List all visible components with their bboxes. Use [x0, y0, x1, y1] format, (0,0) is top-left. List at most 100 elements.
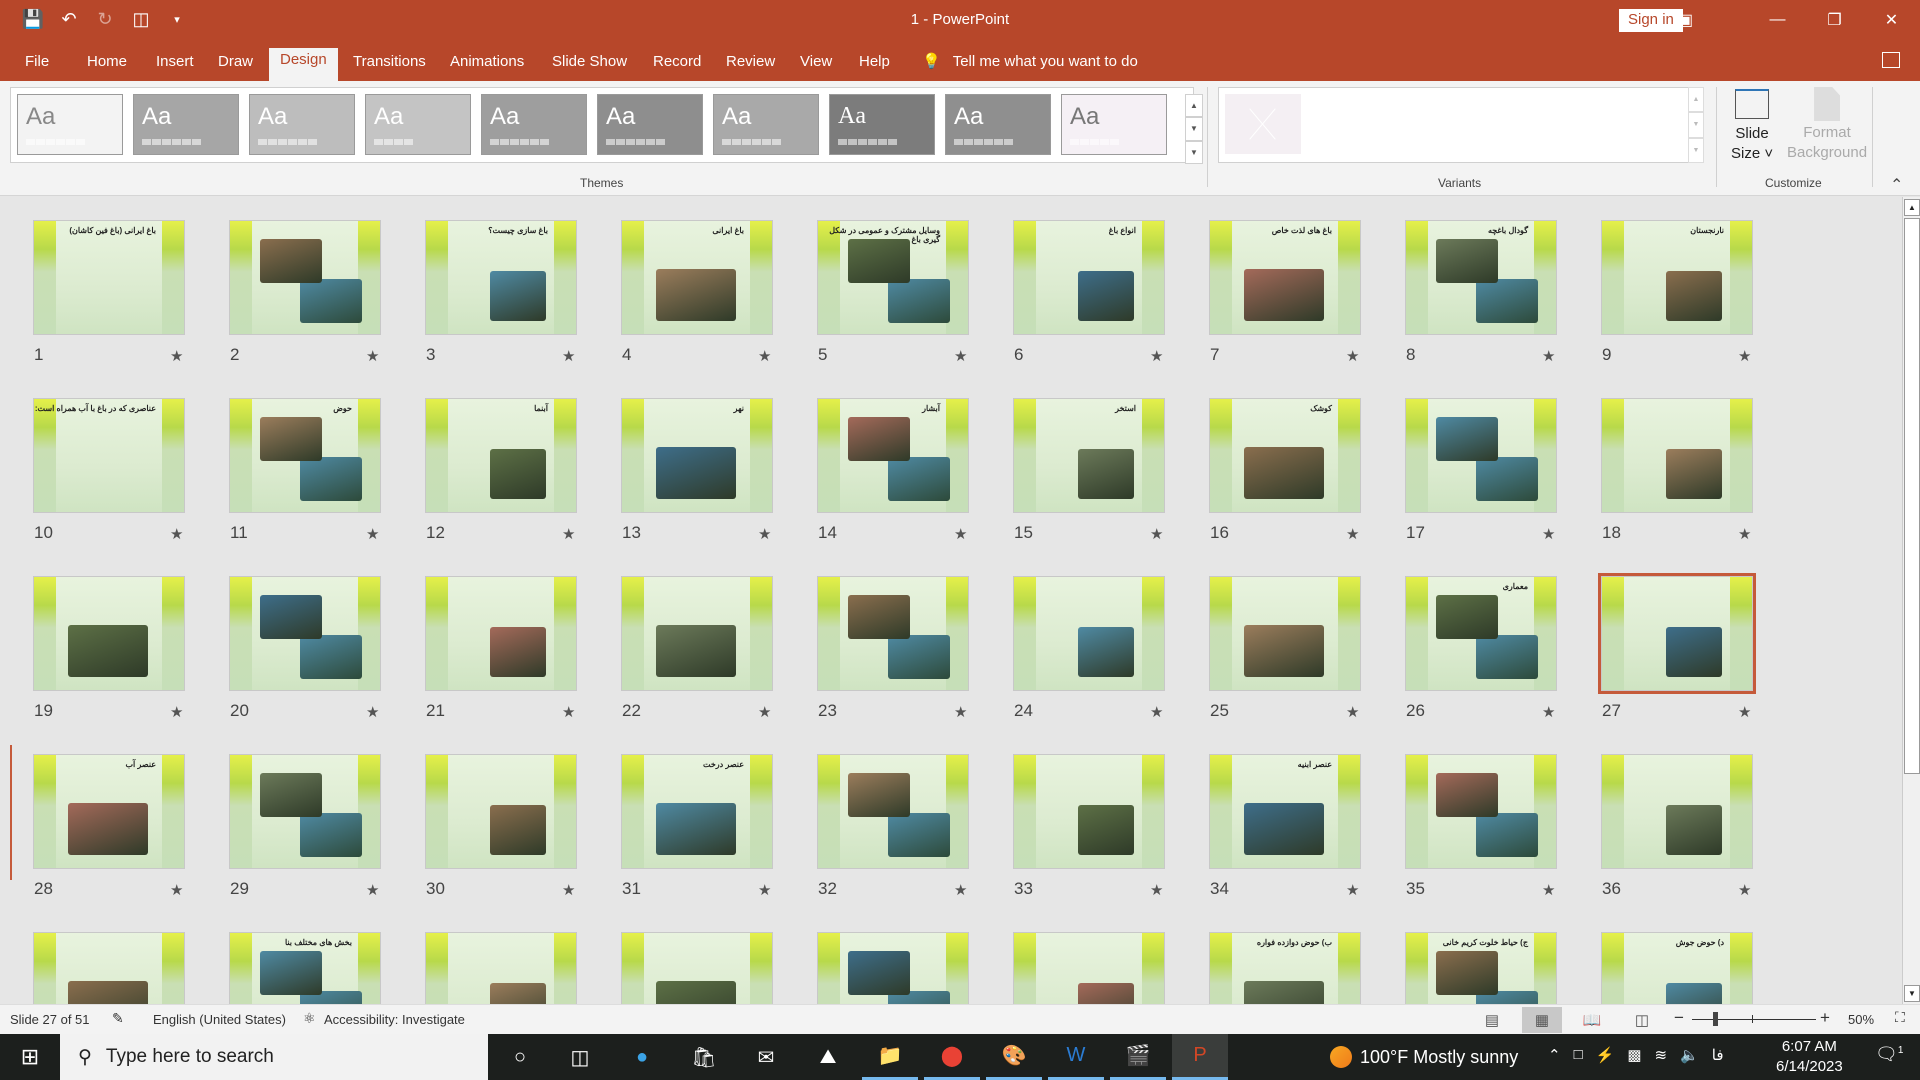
scroll-up-icon[interactable]: ▲ — [1904, 199, 1920, 216]
animation-star-icon[interactable]: ★ — [1150, 525, 1163, 543]
restore-icon[interactable]: ❐ — [1806, 0, 1863, 40]
security-icon[interactable]: ▩ — [1627, 1046, 1641, 1064]
customize-qat-icon[interactable]: ▾ — [166, 8, 188, 30]
slide-thumbnail[interactable] — [621, 932, 773, 1004]
tab-file[interactable]: File — [25, 50, 49, 81]
weather-widget[interactable]: 100°F Mostly sunny — [1330, 1046, 1518, 1068]
windows-start-icon[interactable]: ⊞ — [0, 1034, 60, 1080]
animation-star-icon[interactable]: ★ — [954, 525, 967, 543]
slide-thumbnail[interactable]: استخر — [1013, 398, 1165, 513]
slide-thumbnail[interactable]: باغ سازی چیست؟ — [425, 220, 577, 335]
slide-thumbnail[interactable] — [1405, 398, 1557, 513]
slide-thumbnail[interactable]: باغ های لذت خاص — [1209, 220, 1361, 335]
slide-thumbnail[interactable] — [425, 576, 577, 691]
slide-thumbnail[interactable]: حوض — [229, 398, 381, 513]
photos-icon[interactable]: ⛰ — [800, 1034, 856, 1080]
animation-star-icon[interactable]: ★ — [1738, 347, 1751, 365]
powerpoint-icon[interactable]: P — [1172, 1034, 1228, 1080]
animation-star-icon[interactable]: ★ — [1542, 881, 1555, 899]
animation-star-icon[interactable]: ★ — [758, 525, 771, 543]
ribbon-display-options-icon[interactable]: ▣ — [1657, 0, 1714, 40]
undo-icon[interactable]: ↶ — [58, 8, 80, 30]
vertical-scrollbar[interactable]: ▲ ▼ — [1902, 197, 1920, 1004]
animation-star-icon[interactable]: ★ — [1346, 525, 1359, 543]
slide-thumbnail[interactable]: باغ ایرانی — [621, 220, 773, 335]
slide-thumbnail[interactable]: د) حوض جوش — [1601, 932, 1753, 1004]
slide-thumbnail[interactable]: آبشار — [817, 398, 969, 513]
accessibility-icon[interactable]: ⚛ — [303, 1010, 316, 1027]
slide-thumbnail[interactable] — [425, 754, 577, 869]
close-icon[interactable]: ✕ — [1863, 0, 1920, 40]
slide-thumbnail[interactable] — [33, 576, 185, 691]
slide-thumbnail[interactable] — [817, 932, 969, 1004]
animation-star-icon[interactable]: ★ — [170, 347, 183, 365]
notes-spellcheck-icon[interactable]: ✎ — [112, 1010, 124, 1027]
slide-thumbnail[interactable] — [425, 932, 577, 1004]
slide-show-view-icon[interactable]: ◫ — [1622, 1007, 1662, 1033]
variants-scroll-up-icon[interactable]: ▲ — [1688, 87, 1704, 113]
zoom-slider-thumb[interactable] — [1713, 1012, 1718, 1026]
slide-thumbnail[interactable]: بخش های مختلف بنا — [229, 932, 381, 1004]
gallery-more-icon[interactable]: ▼ — [1185, 140, 1203, 164]
slide-thumbnail[interactable]: ب) حوض دوازده فواره — [1209, 932, 1361, 1004]
slide-thumbnail[interactable]: کوشک — [1209, 398, 1361, 513]
animation-star-icon[interactable]: ★ — [1542, 347, 1555, 365]
animation-star-icon[interactable]: ★ — [1542, 525, 1555, 543]
tab-help[interactable]: Help — [859, 50, 890, 81]
slide-thumbnail[interactable] — [229, 220, 381, 335]
theme-thumbnail[interactable]: Aa — [597, 94, 703, 155]
tab-design[interactable]: Design — [269, 48, 338, 81]
slide-thumbnail[interactable]: نهر — [621, 398, 773, 513]
wifi-icon[interactable]: ≋ — [1655, 1046, 1668, 1064]
word-icon[interactable]: W — [1048, 1034, 1104, 1080]
file-explorer-icon[interactable]: 📁 — [862, 1034, 918, 1080]
animation-star-icon[interactable]: ★ — [366, 525, 379, 543]
slide-thumbnail[interactable] — [1013, 754, 1165, 869]
slide-thumbnail[interactable]: گودال باغچه — [1405, 220, 1557, 335]
input-language[interactable]: فا — [1712, 1046, 1724, 1064]
theme-thumbnail[interactable]: Aa — [365, 94, 471, 155]
slide-thumbnail[interactable]: عنصر ابنیه — [1209, 754, 1361, 869]
slide-thumbnail[interactable]: باغ ایرانی (باغ فین کاشان) — [33, 220, 185, 335]
slide-thumbnail[interactable]: معماری — [1405, 576, 1557, 691]
slide-thumbnail[interactable] — [1405, 754, 1557, 869]
tab-view[interactable]: View — [800, 50, 832, 81]
tell-me-search[interactable]: 💡 Tell me what you want to do — [922, 52, 1138, 71]
animation-star-icon[interactable]: ★ — [1542, 703, 1555, 721]
slide-thumbnail[interactable] — [1013, 576, 1165, 691]
slide-thumbnail[interactable] — [1209, 576, 1361, 691]
tab-record[interactable]: Record — [653, 50, 701, 81]
animation-star-icon[interactable]: ★ — [562, 703, 575, 721]
slide-thumbnail[interactable] — [1013, 932, 1165, 1004]
animation-star-icon[interactable]: ★ — [758, 881, 771, 899]
slide-thumbnail[interactable]: انواع باغ — [1013, 220, 1165, 335]
edge-icon[interactable]: ● — [614, 1034, 670, 1080]
animation-star-icon[interactable]: ★ — [170, 525, 183, 543]
animation-star-icon[interactable]: ★ — [1346, 881, 1359, 899]
slide-thumbnail[interactable] — [229, 754, 381, 869]
language-status[interactable]: English (United States) — [153, 1012, 286, 1027]
slide-thumbnail[interactable] — [1598, 573, 1756, 694]
slide-thumbnail[interactable]: نارنجستان — [1601, 220, 1753, 335]
animation-star-icon[interactable]: ★ — [562, 881, 575, 899]
animation-star-icon[interactable]: ★ — [954, 881, 967, 899]
animation-star-icon[interactable]: ★ — [758, 347, 771, 365]
theme-thumbnail[interactable]: Aa — [249, 94, 355, 155]
theme-thumbnail[interactable]: Aa — [829, 94, 935, 155]
animation-star-icon[interactable]: ★ — [1738, 703, 1751, 721]
taskbar-search-box[interactable]: ⚲ Type here to search — [60, 1034, 488, 1080]
show-hidden-icons-icon[interactable]: ⌃ — [1548, 1046, 1561, 1064]
slide-thumbnail[interactable] — [33, 932, 185, 1004]
animation-star-icon[interactable]: ★ — [366, 347, 379, 365]
variants-more-icon[interactable]: ▼ — [1688, 137, 1704, 163]
slide-thumbnail[interactable] — [229, 576, 381, 691]
theme-thumbnail[interactable]: Aa — [133, 94, 239, 155]
slide-thumbnail[interactable] — [1601, 398, 1753, 513]
zoom-out-icon[interactable]: − — [1674, 1008, 1684, 1028]
slide-thumbnail[interactable] — [621, 576, 773, 691]
variant-thumbnail[interactable] — [1225, 94, 1301, 154]
format-background-button[interactable]: Format Background — [1787, 87, 1867, 163]
slide-thumbnail[interactable]: وسایل مشترک و عمومی در شکل گیری باغ — [817, 220, 969, 335]
slide-size-button[interactable]: Slide Size ˅ — [1731, 87, 1773, 164]
animation-star-icon[interactable]: ★ — [1150, 703, 1163, 721]
